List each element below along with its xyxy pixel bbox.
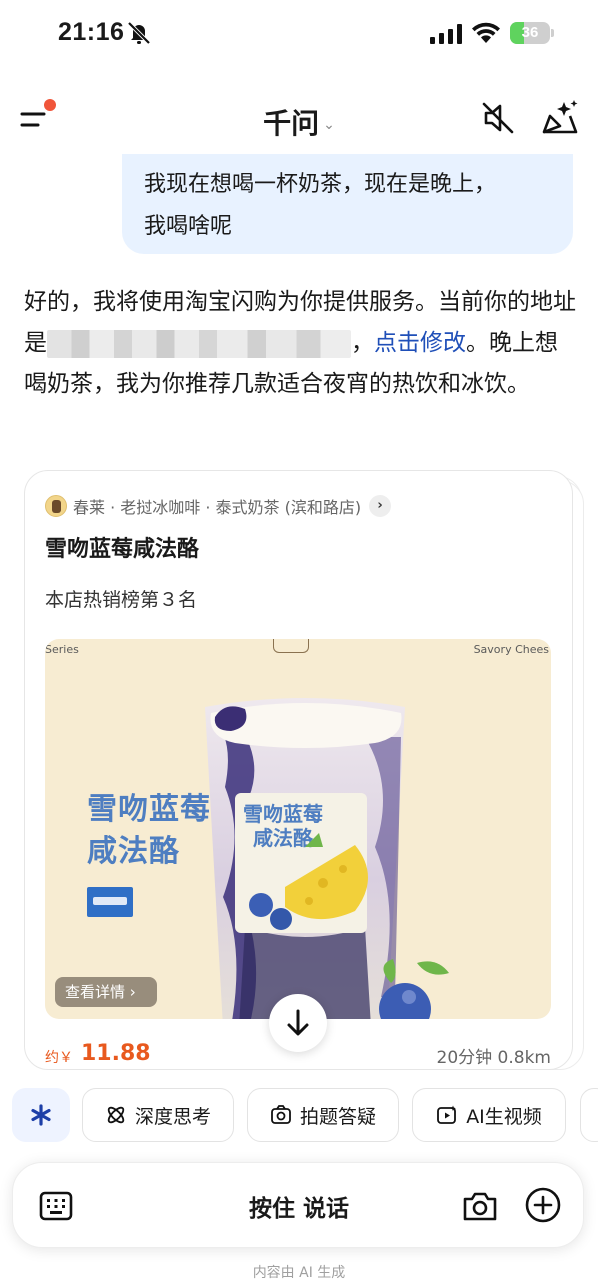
plus-circle-icon[interactable] (523, 1185, 563, 1225)
camera-scan-icon (271, 1105, 291, 1124)
magic-sparkle-icon[interactable] (540, 98, 580, 138)
user-message-bubble: 我现在想喝一杯奶茶，现在是晚上， 我喝啥呢 (122, 154, 573, 254)
product-image[interactable]: Series Savory Chees 雪吻蓝莓 咸法酪 雪吻蓝莓 咸法酪 查看… (45, 639, 551, 1019)
camera-icon[interactable] (461, 1187, 499, 1225)
assistant-reply: 好的，我将使用淘宝闪购为你提供服务。当前你的地址是 ，点击修改。晚上想喝奶茶，我为… (24, 282, 580, 405)
product-card[interactable]: 春莱 · 老挝冰咖啡 · 泰式奶茶 (滨和路店) › 雪吻蓝莓咸法酪 本店热销榜… (24, 470, 573, 1070)
bell-off-icon (127, 21, 151, 45)
cup-label-line: 咸法酪 (253, 826, 314, 850)
hold-to-talk-button[interactable]: 按住 说话 (13, 1189, 585, 1223)
brand-logo (273, 639, 309, 653)
page-title-text: 千问 (263, 107, 320, 140)
speaker-mute-icon[interactable] (480, 100, 516, 136)
chip-label: AI生视频 (466, 1105, 542, 1128)
status-time: 21:16 (58, 18, 125, 46)
user-message-line: 我喝啥呢 (144, 214, 233, 239)
status-bar: 21:16 36 (0, 0, 598, 66)
delivery-info: 20分钟 0.8km (436, 1048, 551, 1068)
battery-percent: 36 (521, 24, 539, 41)
sparkle-chip[interactable] (12, 1088, 70, 1142)
scroll-to-bottom-button[interactable] (269, 994, 327, 1052)
input-bar: 按住 说话 (12, 1162, 584, 1248)
quick-action-chips: 深度思考 拍题答疑 AI生视频 (0, 1086, 598, 1144)
price-value: 11.88 (81, 1041, 151, 1066)
chevron-down-icon: ⌄ (323, 117, 335, 133)
view-details-button[interactable]: 查看详情 › (55, 977, 157, 1007)
image-savory-text: Savory Chees (473, 643, 549, 656)
asterisk-sparkle-icon (31, 1104, 51, 1126)
atom-icon (107, 1106, 125, 1124)
blurred-address (47, 329, 351, 358)
image-series-text: Series (45, 643, 79, 656)
product-title: 雪吻蓝莓咸法酪 (45, 537, 200, 562)
reply-text: ， (351, 330, 374, 356)
brand-badge (87, 887, 133, 917)
arrow-down-icon (287, 1009, 309, 1036)
shop-avatar (45, 495, 67, 517)
edit-address-link[interactable]: 点击修改 (374, 330, 466, 356)
chip-label: 深度思考 (134, 1105, 211, 1128)
price-prefix: 约￥ (45, 1050, 73, 1066)
cup-label-line: 雪吻蓝莓 (243, 802, 323, 826)
photo-question-chip[interactable]: 拍题答疑 (247, 1088, 399, 1142)
product-rank: 本店热销榜第３名 (45, 589, 198, 611)
shop-name: 春莱 · 老挝冰咖啡 · 泰式奶茶 (滨和路店) (73, 498, 362, 517)
wifi-icon (472, 22, 500, 43)
image-name-line: 雪吻蓝莓 (87, 792, 211, 827)
video-icon (437, 1105, 457, 1124)
blueberry-decoration (379, 959, 449, 1019)
shop-row[interactable]: 春莱 · 老挝冰咖啡 · 泰式奶茶 (滨和路店) › (45, 493, 392, 519)
battery-icon: 36 (510, 22, 554, 44)
chevron-right-icon[interactable]: › (369, 495, 392, 517)
ai-video-chip[interactable]: AI生视频 (412, 1088, 566, 1142)
deep-thinking-chip[interactable]: 深度思考 (82, 1088, 234, 1142)
user-message-line: 我现在想喝一杯奶茶，现在是晚上， (144, 172, 497, 197)
image-product-name: 雪吻蓝莓 咸法酪 (87, 789, 211, 873)
ai-generated-note: 内容由 AI 生成 (252, 1265, 346, 1281)
image-name-line: 咸法酪 (87, 834, 180, 869)
cellular-signal-icon (430, 24, 462, 44)
more-chip[interactable] (580, 1088, 598, 1142)
chip-label: 拍题答疑 (299, 1105, 376, 1128)
